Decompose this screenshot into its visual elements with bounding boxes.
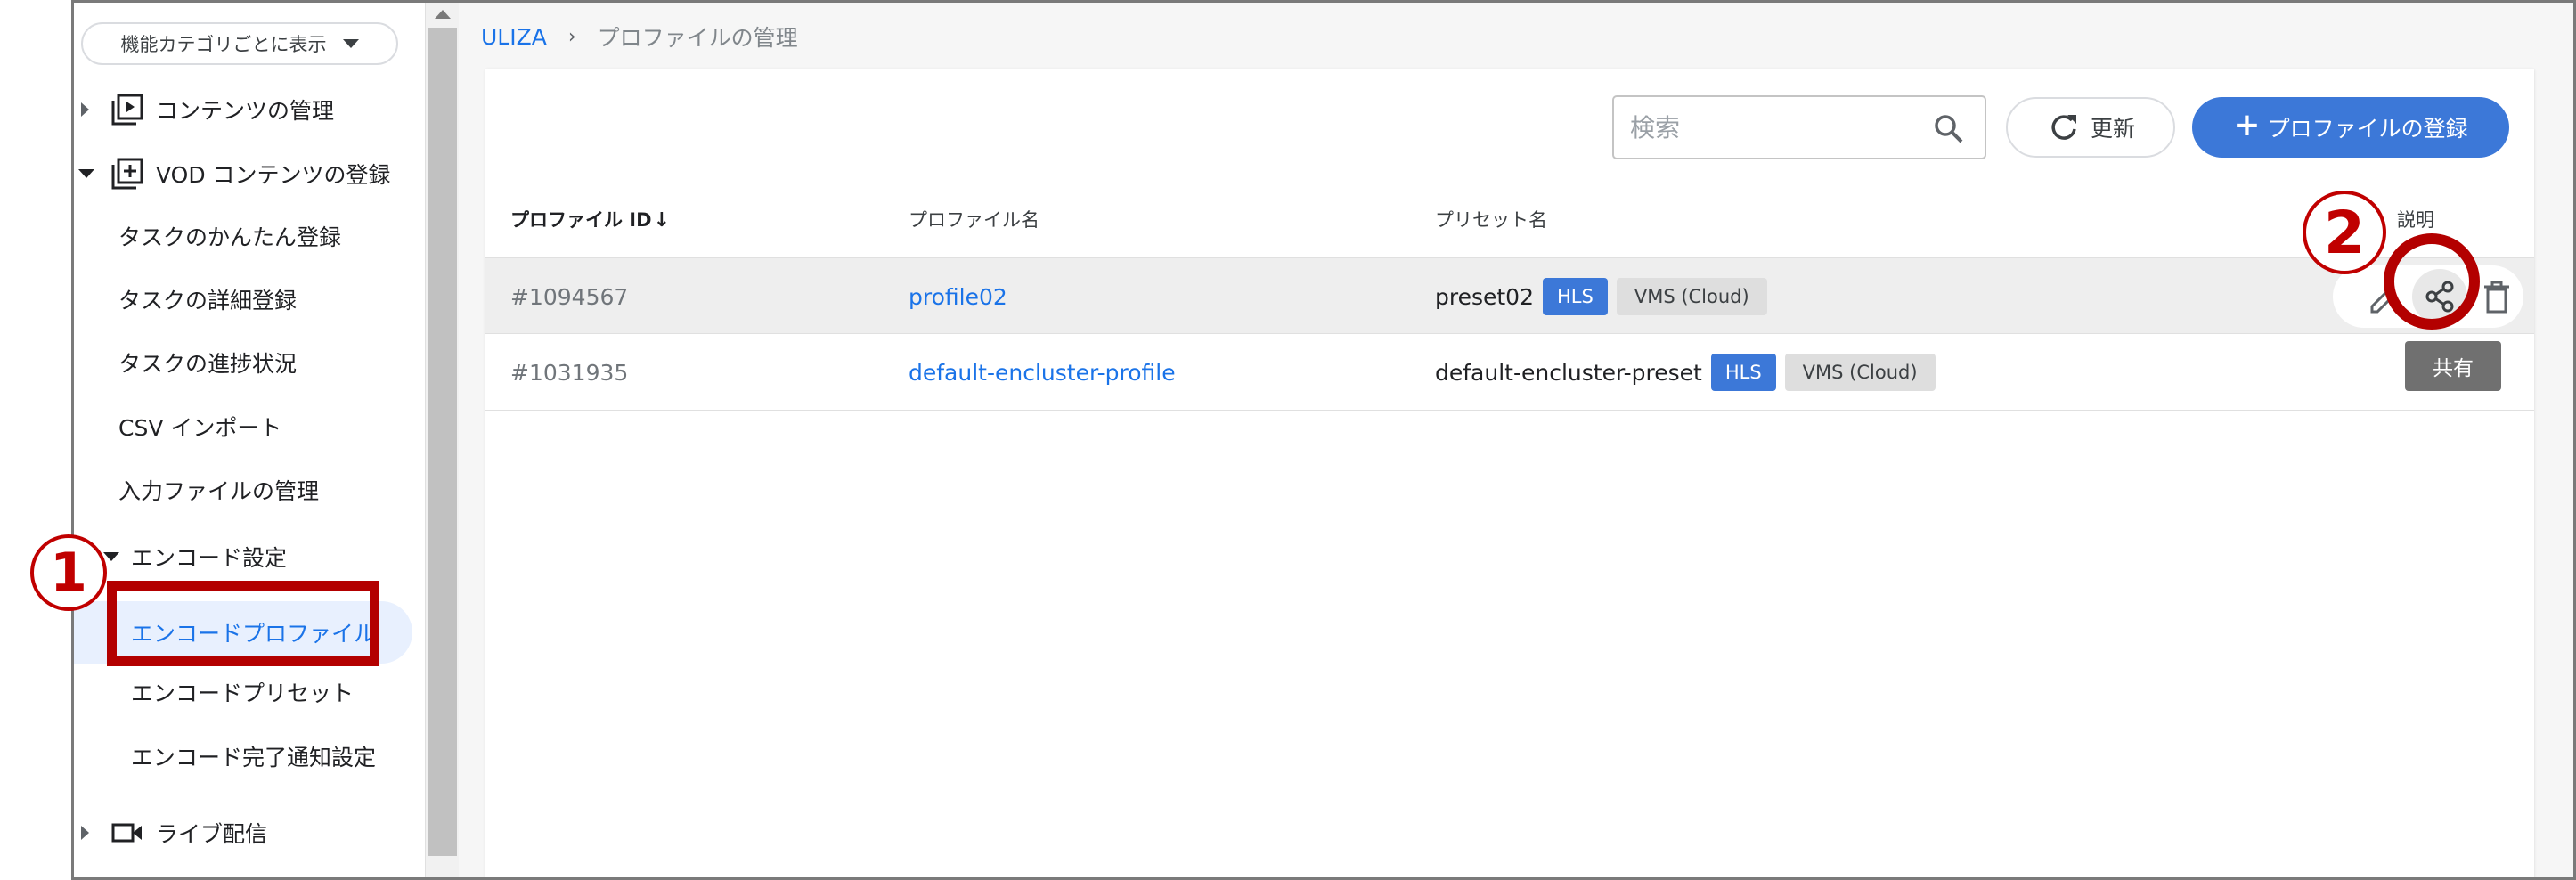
preset-name: default-encluster-preset xyxy=(1435,359,1702,386)
sidebar-item-vod[interactable]: VOD コンテンツの登録 xyxy=(74,147,421,200)
sidebar-item-input-files[interactable]: 入力ファイルの管理 xyxy=(74,463,421,517)
sidebar: 機能カテゴリごとに表示 コンテンツの管理 VOD コンテンツの登録 タスクのかん… xyxy=(74,3,425,877)
sidebar-item-label: CSV インポート xyxy=(118,415,282,441)
sort-arrow-icon: ↓ xyxy=(653,209,670,232)
table-row[interactable]: #1094567 profile02 preset02 HLS VMS (Clo… xyxy=(485,257,2534,334)
sidebar-scrollbar-thumb[interactable] xyxy=(428,28,457,856)
column-header-label: プロファイル名 xyxy=(909,209,1039,231)
sidebar-item-label: エンコードプリセット xyxy=(131,680,355,706)
chevron-down-icon xyxy=(342,39,359,48)
sidebar-item-easy-task[interactable]: タスクのかんたん登録 xyxy=(74,209,421,263)
annotation-step-2: 2 xyxy=(2303,191,2386,274)
sidebar-item-encode-settings[interactable]: エンコード設定 xyxy=(74,530,421,583)
sidebar-item-label: エンコード完了通知設定 xyxy=(131,745,377,770)
sidebar-item-encode-preset[interactable]: エンコードプリセット xyxy=(74,665,421,719)
category-view-select[interactable]: 機能カテゴリごとに表示 xyxy=(81,22,398,65)
column-header-profile-id[interactable]: プロファイル ID↓ xyxy=(510,206,670,232)
column-header-description: 説明 xyxy=(2397,206,2434,232)
preset-cell: preset02 HLS VMS (Cloud) xyxy=(1435,258,1767,335)
sidebar-item-csv-import[interactable]: CSV インポート xyxy=(74,400,421,453)
delete-trash-icon[interactable] xyxy=(2479,280,2515,315)
scroll-up-arrow-icon[interactable] xyxy=(435,10,451,19)
column-header-label: 説明 xyxy=(2397,209,2434,231)
expand-arrow-icon xyxy=(81,102,89,117)
video-camera-icon xyxy=(111,823,142,843)
breadcrumb-home-link[interactable]: ULIZA xyxy=(481,24,547,50)
sidebar-item-encode-notify[interactable]: エンコード完了通知設定 xyxy=(74,729,421,783)
main-content: ULIZA › プロファイルの管理 更新 + プロファ xyxy=(459,3,2573,877)
collapse-arrow-icon xyxy=(103,552,119,561)
sidebar-item-label: VOD コンテンツの登録 xyxy=(156,162,391,188)
sidebar-item-task-progress[interactable]: タスクの進捗状況 xyxy=(74,336,421,389)
profile-id: #1094567 xyxy=(510,283,629,310)
table-row[interactable]: #1031935 default-encluster-profile defau… xyxy=(485,334,2534,411)
category-view-label: 機能カテゴリごとに表示 xyxy=(120,34,327,55)
refresh-label: 更新 xyxy=(2090,116,2135,142)
preset-name: preset02 xyxy=(1435,283,1534,310)
search-field[interactable] xyxy=(1612,95,1986,159)
sidebar-item-label: ライブ配信 xyxy=(156,821,268,847)
sidebar-item-contents[interactable]: コンテンツの管理 xyxy=(74,83,421,136)
sidebar-item-label: タスクの進捗状況 xyxy=(118,351,298,377)
expand-arrow-icon xyxy=(81,826,89,840)
sidebar-item-label: タスクの詳細登録 xyxy=(118,288,298,314)
add-profile-label: プロファイルの登録 xyxy=(2267,116,2468,142)
collapse-arrow-icon xyxy=(78,169,94,178)
annotation-highlight-box xyxy=(107,581,379,666)
profile-list-card: 更新 + プロファイルの登録 プロファイル ID↓ プロファイル名 プリセット名… xyxy=(485,69,2534,877)
vms-badge: VMS (Cloud) xyxy=(1616,278,1767,315)
column-header-label: プリセット名 xyxy=(1435,209,1547,231)
profile-id: #1031935 xyxy=(510,359,629,386)
sidebar-item-live[interactable]: ライブ配信 xyxy=(74,806,421,860)
annotation-step-1: 1 xyxy=(30,534,107,611)
profile-name-link[interactable]: default-encluster-profile xyxy=(909,334,1176,411)
annotation-highlight-circle xyxy=(2384,233,2480,330)
app-frame: 機能カテゴリごとに表示 コンテンツの管理 VOD コンテンツの登録 タスクのかん… xyxy=(71,0,2576,880)
column-header-profile-name: プロファイル名 xyxy=(909,206,1039,232)
sidebar-item-label: コンテンツの管理 xyxy=(156,98,335,124)
search-input[interactable] xyxy=(1630,111,1915,143)
plus-icon: + xyxy=(2233,107,2261,143)
refresh-button[interactable]: 更新 xyxy=(2006,97,2175,158)
breadcrumb-current: プロファイルの管理 xyxy=(597,25,798,51)
add-box-icon xyxy=(111,158,143,190)
sidebar-item-detailed-task[interactable]: タスクの詳細登録 xyxy=(74,273,421,326)
hls-badge: HLS xyxy=(1710,354,1776,391)
profile-name-link[interactable]: profile02 xyxy=(909,258,1007,335)
hls-badge: HLS xyxy=(1543,278,1608,315)
search-icon[interactable] xyxy=(1933,113,1965,145)
refresh-icon xyxy=(2051,115,2076,140)
play-box-icon xyxy=(111,94,143,126)
column-header-preset-name: プリセット名 xyxy=(1435,206,1547,232)
breadcrumb: ULIZA › プロファイルの管理 xyxy=(481,20,798,53)
column-header-label: プロファイル ID xyxy=(510,209,652,231)
breadcrumb-separator: › xyxy=(567,25,576,48)
sidebar-item-label: タスクのかんたん登録 xyxy=(118,224,342,250)
preset-cell: default-encluster-preset HLS VMS (Cloud) xyxy=(1435,334,1936,411)
share-tooltip: 共有 xyxy=(2405,341,2501,391)
vms-badge: VMS (Cloud) xyxy=(1784,354,1936,391)
add-profile-button[interactable]: + プロファイルの登録 xyxy=(2192,97,2509,158)
sidebar-item-label: 入力ファイルの管理 xyxy=(118,478,320,504)
sidebar-item-label: エンコード設定 xyxy=(131,545,288,571)
